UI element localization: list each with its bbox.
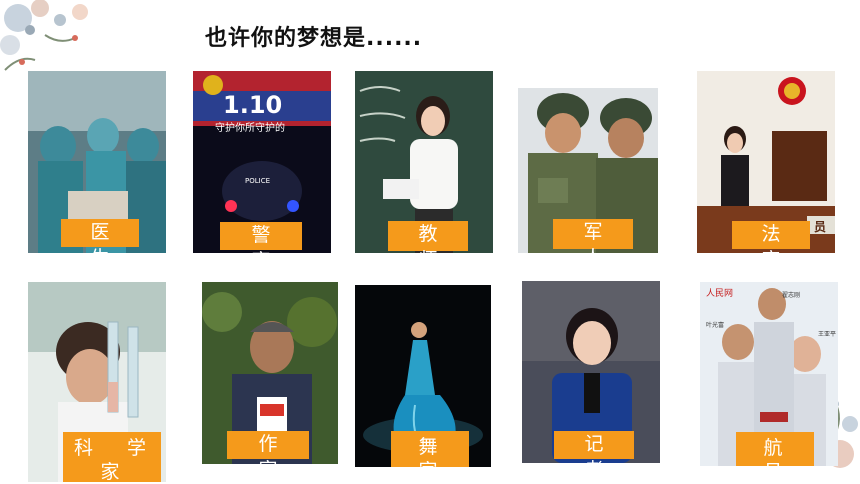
label-soldier: 军 人 — [553, 219, 633, 253]
page-title: 也许你的梦想是...... — [205, 26, 423, 51]
astronaut-name-2: 叶光富 — [706, 321, 724, 329]
label-police: 警 察 — [220, 222, 302, 253]
label-writer: 作 家 — [227, 431, 309, 464]
label-dancer-line2: 家 — [391, 457, 469, 467]
police-badge-text: POLICE — [245, 177, 270, 185]
label-judge: 法 官 — [732, 221, 810, 253]
card-teacher: 教 师 — [355, 71, 493, 253]
card-dancer: 舞 蹈 家 — [355, 285, 491, 467]
card-journalist: 记 者 — [522, 281, 660, 463]
police-number-text: 1.10 — [223, 91, 282, 119]
card-astronaut: 人民网 翟志刚 叶光富 王亚平 航 天 员 — [700, 282, 838, 466]
label-teacher: 教 师 — [388, 221, 468, 253]
police-slogan-text: 守护你所守护的 — [215, 121, 285, 134]
card-writer: 作 家 — [202, 282, 338, 464]
card-police: 1.10 守护你所守护的 POLICE 警 察 — [193, 71, 331, 253]
label-scientist-line2: 家 — [63, 458, 161, 482]
astronaut-name-3: 王亚平 — [818, 331, 836, 338]
label-journalist: 记 者 — [554, 431, 634, 463]
card-scientist: 科 学 家 — [28, 282, 166, 482]
judge-bench-text: 员 — [814, 220, 826, 234]
card-soldier: 军 人 — [518, 88, 658, 253]
astronaut-name-1: 翟志刚 — [782, 291, 800, 299]
astronaut-brand-text: 人民网 — [706, 288, 733, 299]
card-judge: 员 法 官 — [697, 71, 835, 253]
label-astronaut-line1: 航 天 — [736, 432, 814, 466]
label-doctor: 医 生 — [61, 219, 139, 253]
label-dancer-line1: 舞 蹈 — [391, 431, 469, 467]
card-doctor: 医 生 — [28, 71, 166, 253]
label-astronaut-line2: 员 — [736, 458, 814, 466]
label-scientist-line1: 科 学 — [63, 432, 161, 460]
